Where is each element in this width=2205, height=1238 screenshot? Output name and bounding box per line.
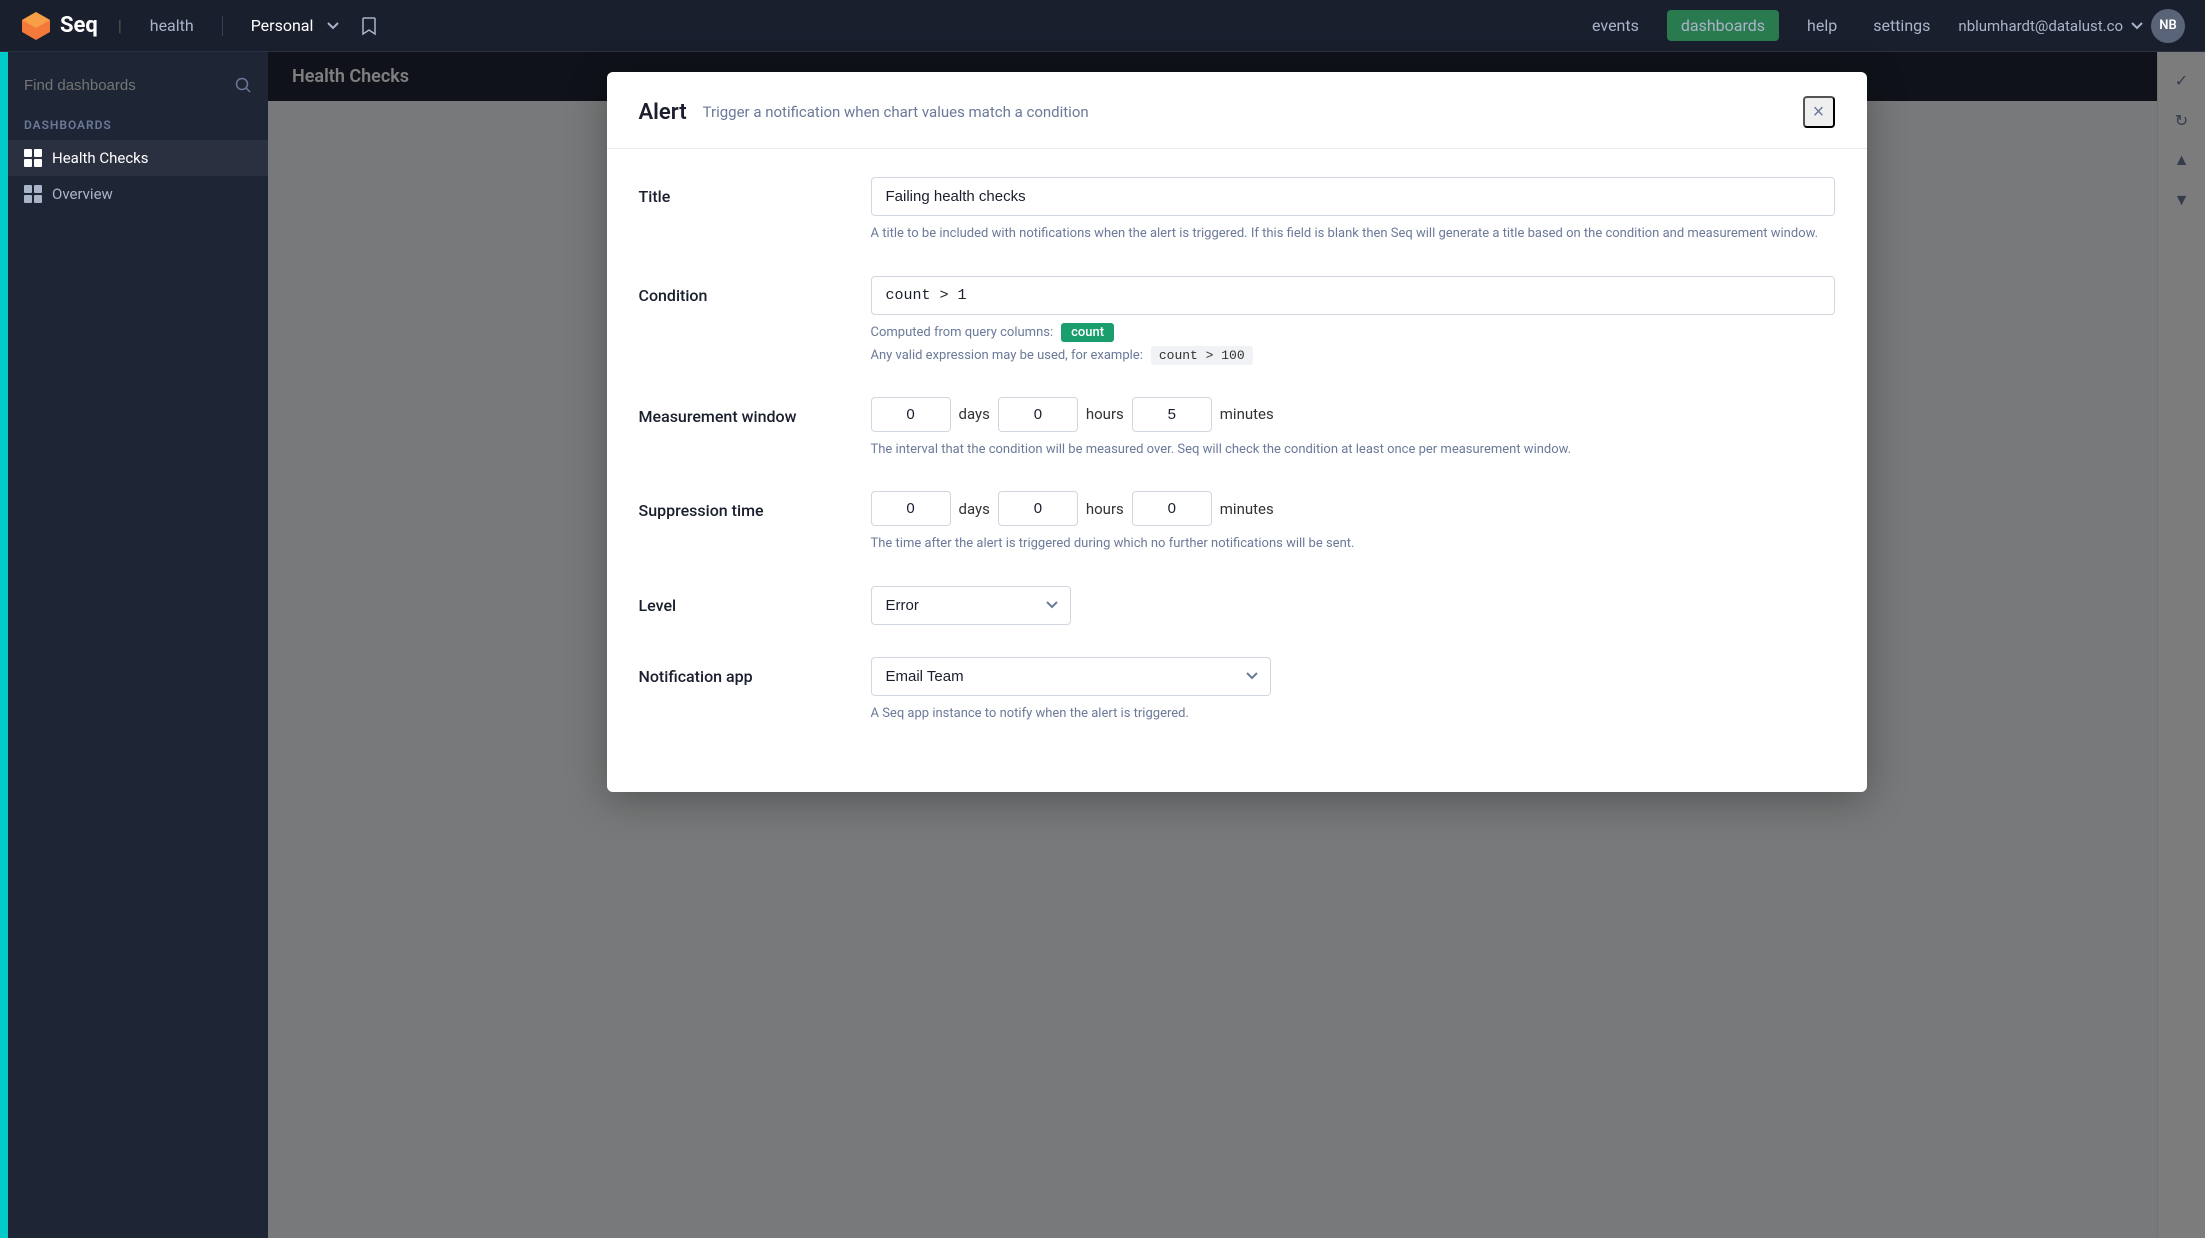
suppression-minutes-input[interactable] [1132, 491, 1212, 526]
sidebar-item-overview-label: Overview [52, 185, 113, 203]
nav-dashboards[interactable]: dashboards [1667, 10, 1779, 41]
condition-row: Condition count > 1 Computed from query … [639, 276, 1835, 365]
measurement-minutes-input[interactable] [1132, 397, 1212, 432]
suppression-time-field: days hours minutes The time after the al… [871, 491, 1835, 554]
notification-app-select[interactable]: Email Team Slack Alerts PagerDuty [871, 657, 1271, 696]
grid-icon [24, 149, 42, 167]
notification-app-hint: A Seq app instance to notify when the al… [871, 704, 1835, 724]
measurement-window-row: Measurement window days hours minutes Th… [639, 397, 1835, 460]
top-navigation: Seq | health Personal events dashboards … [0, 0, 2205, 52]
condition-label: Condition [639, 276, 839, 305]
measurement-time-inputs: days hours minutes [871, 397, 1835, 432]
level-row: Level Verbose Debug Information Warning … [639, 586, 1835, 625]
level-select[interactable]: Verbose Debug Information Warning Error … [871, 586, 1071, 625]
modal-header: Alert Trigger a notification when chart … [607, 72, 1867, 149]
measurement-minutes-label: minutes [1220, 405, 1274, 423]
suppression-hours-input[interactable] [998, 491, 1078, 526]
bookmark-icon[interactable] [359, 16, 379, 36]
user-email: nblumhardt@datalust.co [1958, 17, 2123, 35]
condition-example: Any valid expression may be used, for ex… [871, 346, 1835, 365]
user-menu[interactable]: nblumhardt@datalust.co NB [1958, 9, 2185, 43]
notification-app-row: Notification app Email Team Slack Alerts… [639, 657, 1835, 724]
suppression-days-input[interactable] [871, 491, 951, 526]
measurement-hint: The interval that the condition will be … [871, 440, 1835, 460]
grid-icon-2 [24, 185, 42, 203]
count-tag[interactable]: count [1061, 323, 1114, 342]
title-hint: A title to be included with notification… [871, 224, 1835, 244]
suppression-minutes-label: minutes [1220, 500, 1274, 518]
title-row: Title A title to be included with notifi… [639, 177, 1835, 244]
modal-overlay: Alert Trigger a notification when chart … [268, 52, 2205, 1238]
notification-app-field: Email Team Slack Alerts PagerDuty A Seq … [871, 657, 1835, 724]
sidebar-search-container [8, 68, 268, 102]
suppression-time-row: Suppression time days hours minutes The … [639, 491, 1835, 554]
title-field: A title to be included with notification… [871, 177, 1835, 244]
sidebar-item-health-label: Health Checks [52, 149, 149, 167]
condition-tags: Computed from query columns: count [871, 323, 1835, 342]
search-icon [234, 76, 252, 94]
suppression-hours-label: hours [1086, 500, 1124, 518]
alert-modal: Alert Trigger a notification when chart … [607, 72, 1867, 792]
condition-field: count > 1 Computed from query columns: c… [871, 276, 1835, 365]
user-avatar[interactable]: NB [2151, 9, 2185, 43]
workspace-label: Personal [243, 12, 322, 39]
title-label: Title [639, 177, 839, 206]
nav-health[interactable]: health [142, 12, 202, 39]
nav-help[interactable]: help [1799, 12, 1845, 39]
sidebar-section-label: DASHBOARDS [8, 114, 268, 140]
cyan-accent-bar [0, 52, 8, 1238]
measurement-days-input[interactable] [871, 397, 951, 432]
modal-footer: ADD CANCEL [607, 783, 1867, 792]
example-code: count > 100 [1151, 346, 1253, 365]
nav-vertical-divider [222, 16, 223, 36]
nav-events[interactable]: events [1584, 12, 1647, 39]
nav-right: events dashboards help settings nblumhar… [1584, 9, 2185, 43]
sidebar-item-overview[interactable]: Overview [8, 176, 268, 212]
measurement-hours-input[interactable] [998, 397, 1078, 432]
suppression-days-label: days [959, 500, 990, 518]
suppression-hint: The time after the alert is triggered du… [871, 534, 1835, 554]
sidebar-search-input[interactable] [24, 77, 234, 94]
app-logo[interactable]: Seq [20, 10, 98, 42]
modal-body: Title A title to be included with notifi… [607, 149, 1867, 783]
measurement-hours-label: hours [1086, 405, 1124, 423]
modal-title: Alert [639, 100, 687, 125]
content-area: Health Checks Alert Trigger a notificati… [268, 52, 2205, 1238]
nav-divider: | [118, 16, 122, 35]
user-menu-chevron-icon [2131, 22, 2143, 30]
condition-input[interactable]: count > 1 [871, 276, 1835, 315]
modal-close-button[interactable]: × [1803, 96, 1835, 128]
measurement-window-label: Measurement window [639, 397, 839, 426]
sidebar-item-health[interactable]: Health Checks [8, 140, 268, 176]
nav-settings[interactable]: settings [1865, 12, 1938, 39]
workspace-chevron-icon [327, 22, 339, 30]
sidebar: DASHBOARDS Health Checks Overview [8, 52, 268, 1238]
example-label: Any valid expression may be used, for ex… [871, 348, 1143, 363]
suppression-time-label: Suppression time [639, 491, 839, 520]
workspace-selector[interactable]: Personal [243, 12, 340, 39]
title-input[interactable] [871, 177, 1835, 216]
notification-app-label: Notification app [639, 657, 839, 686]
level-label: Level [639, 586, 839, 615]
measurement-window-field: days hours minutes The interval that the… [871, 397, 1835, 460]
suppression-time-inputs: days hours minutes [871, 491, 1835, 526]
level-field: Verbose Debug Information Warning Error … [871, 586, 1835, 625]
measurement-days-label: days [959, 405, 990, 423]
modal-subtitle: Trigger a notification when chart values… [703, 103, 1089, 121]
condition-value: count > 1 [886, 287, 967, 304]
computed-label: Computed from query columns: [871, 325, 1054, 340]
main-layout: DASHBOARDS Health Checks Overview Health… [0, 52, 2205, 1238]
